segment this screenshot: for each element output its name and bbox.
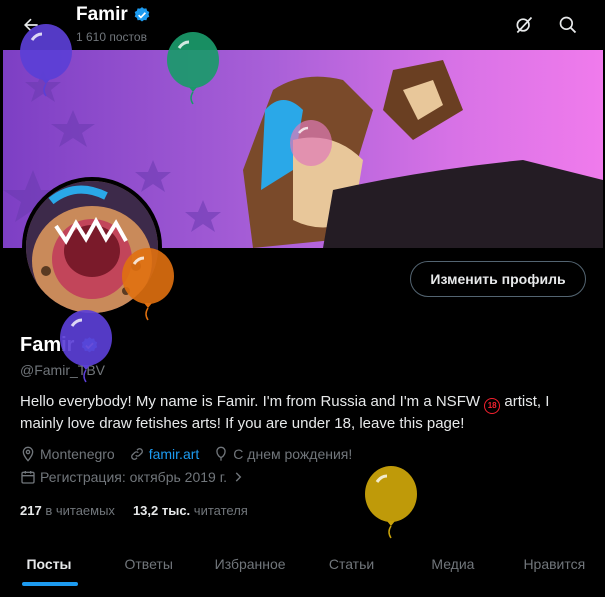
- tab-media[interactable]: Медиа: [402, 543, 503, 589]
- tab-replies[interactable]: Ответы: [98, 543, 199, 589]
- location-text: Montenegro: [40, 446, 115, 462]
- following-label: в читаемых: [45, 503, 115, 518]
- balloon-green: [167, 32, 219, 105]
- grok-icon: [516, 16, 533, 34]
- birthday-item: С днем рождения!: [213, 446, 352, 462]
- location-pin-icon: [22, 446, 34, 462]
- location-item: Montenegro: [20, 446, 115, 462]
- website-item: famir.art: [129, 446, 200, 462]
- search-button[interactable]: [551, 8, 585, 42]
- joined-item[interactable]: Регистрация: октябрь 2019 г.: [20, 469, 245, 485]
- followers-label: читателя: [193, 503, 248, 518]
- search-icon: [559, 16, 577, 34]
- profile-meta: Montenegro famir.art С днем рождения!: [20, 446, 362, 462]
- tab-articles[interactable]: Статьи: [301, 543, 402, 589]
- grok-button[interactable]: [507, 8, 541, 42]
- post-count: 1 610 постов: [76, 30, 147, 44]
- bio-text-start: Hello everybody! My name is Famir. I'm f…: [20, 393, 485, 410]
- followers-stat[interactable]: 13,2 тыс. читателя: [133, 503, 248, 518]
- tab-posts[interactable]: Посты: [0, 543, 98, 589]
- balloon-purple: [20, 24, 72, 97]
- age-18-badge: 18: [484, 398, 501, 414]
- link-icon: [130, 448, 143, 460]
- calendar-icon: [21, 471, 35, 484]
- balloon-gold: [365, 466, 417, 539]
- verified-badge-icon: [134, 7, 150, 22]
- tab-highlights[interactable]: Избранное: [199, 543, 300, 589]
- joined-text: Регистрация: октябрь 2019 г.: [40, 469, 227, 485]
- website-link[interactable]: famir.art: [149, 446, 200, 462]
- balloon-purple-2: [60, 310, 112, 383]
- balloon-icon: [216, 446, 226, 461]
- header-name: Famir: [76, 4, 128, 25]
- following-count: 217: [20, 503, 42, 518]
- following-stat[interactable]: 217 в читаемых: [20, 503, 115, 518]
- follow-stats: 217 в читаемых 13,2 тыс. читателя: [20, 503, 248, 518]
- birthday-text: С днем рождения!: [233, 446, 353, 462]
- tab-likes[interactable]: Нравится: [504, 543, 605, 589]
- top-bar: Famir 1 610 постов: [0, 0, 605, 50]
- balloon-orange: [122, 248, 174, 321]
- profile-page: Famir 1 610 постов Изменить профиль Fami…: [0, 0, 605, 597]
- balloon-pink: [290, 120, 332, 166]
- followers-count: 13,2 тыс.: [132, 503, 191, 518]
- chevron-right-icon: [235, 472, 242, 482]
- header-title: Famir: [76, 4, 151, 26]
- edit-profile-button[interactable]: Изменить профиль: [410, 261, 586, 297]
- profile-bio: Hello everybody! My name is Famir. I'm f…: [20, 392, 590, 434]
- joined-row[interactable]: Регистрация: октябрь 2019 г.: [20, 469, 255, 485]
- profile-tabs: Посты Ответы Избранное Статьи Медиа Нрав…: [0, 543, 605, 589]
